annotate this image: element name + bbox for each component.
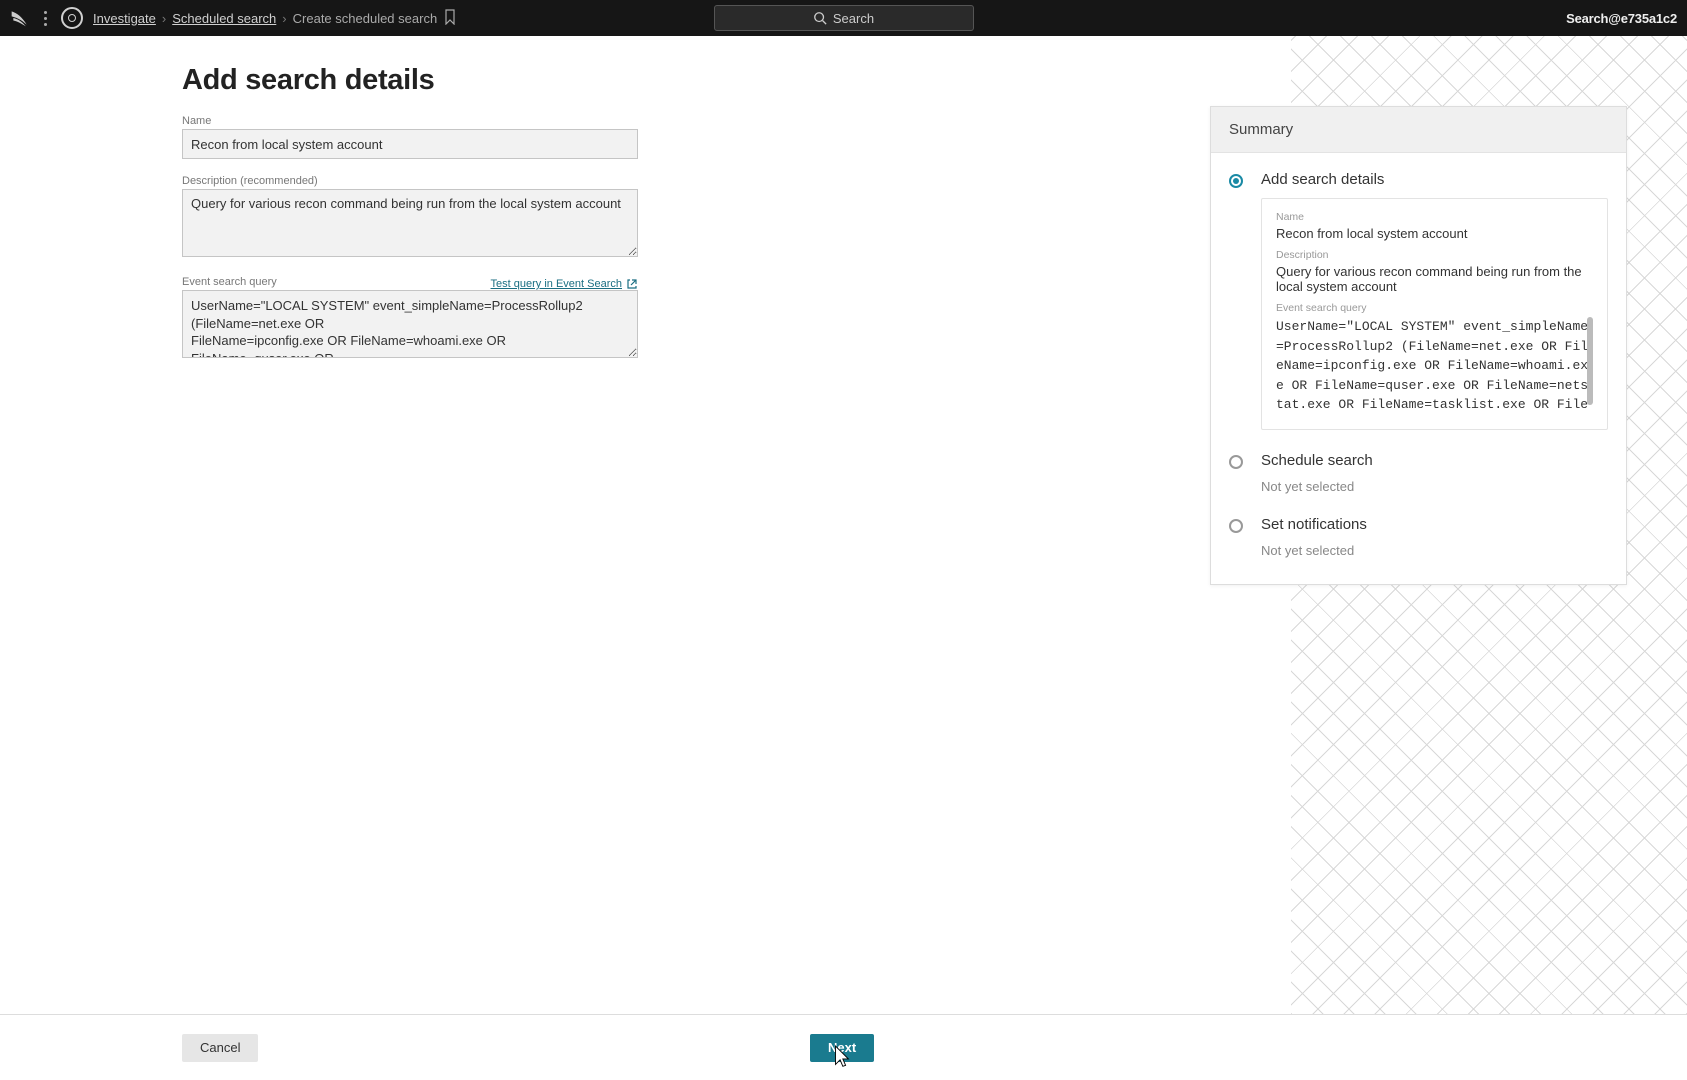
breadcrumb-current: Create scheduled search: [293, 11, 438, 26]
form-area: Add search details Name Description (rec…: [0, 36, 1291, 1014]
description-label: Description (recommended): [182, 175, 638, 187]
right-pattern-pane: Summary Add search details Name Recon fr…: [1291, 36, 1687, 1014]
summary-desc-value: Query for various recon command being ru…: [1276, 264, 1593, 294]
summary-query-value: UserName="LOCAL SYSTEM" event_simpleName…: [1276, 317, 1593, 417]
next-button[interactable]: Next: [810, 1034, 874, 1062]
summary-name-value: Recon from local system account: [1276, 226, 1593, 241]
menu-dots-icon[interactable]: [40, 11, 51, 26]
global-search[interactable]: Search: [714, 5, 974, 31]
summary-step1-title: Add search details: [1261, 171, 1608, 188]
top-bar: Investigate › Scheduled search › Create …: [0, 0, 1687, 36]
step-marker-icon: [1229, 455, 1243, 469]
query-input[interactable]: [182, 290, 638, 358]
breadcrumb-investigate[interactable]: Investigate: [93, 11, 156, 26]
summary-step3-title: Set notifications: [1261, 516, 1608, 533]
external-link-icon: [626, 278, 638, 290]
summary-step3-status: Not yet selected: [1261, 543, 1608, 558]
summary-step2-title: Schedule search: [1261, 452, 1608, 469]
summary-panel: Summary Add search details Name Recon fr…: [1210, 106, 1627, 585]
breadcrumb: Investigate › Scheduled search › Create …: [93, 9, 457, 28]
bookmark-icon[interactable]: [443, 9, 457, 28]
page-title: Add search details: [182, 64, 638, 97]
breadcrumb-scheduled-search[interactable]: Scheduled search: [172, 11, 276, 26]
user-label[interactable]: Search@e735a1c2: [1566, 11, 1677, 26]
step-marker-active-icon: [1229, 174, 1243, 188]
chevron-right-icon: ›: [282, 11, 286, 26]
chevron-right-icon: ›: [162, 11, 166, 26]
summary-step2-status: Not yet selected: [1261, 479, 1608, 494]
summary-step-schedule: Schedule search Not yet selected: [1229, 452, 1608, 494]
step-marker-icon: [1229, 519, 1243, 533]
summary-header: Summary: [1211, 107, 1626, 153]
summary-name-label: Name: [1276, 211, 1593, 223]
query-label: Event search query: [182, 276, 277, 288]
summary-desc-label: Description: [1276, 249, 1593, 261]
module-icon[interactable]: [61, 7, 83, 29]
summary-query-label: Event search query: [1276, 302, 1593, 314]
summary-step-notifications: Set notifications Not yet selected: [1229, 516, 1608, 558]
footer-actions: Cancel Next: [0, 1014, 1687, 1080]
description-input[interactable]: [182, 189, 638, 257]
name-label: Name: [182, 115, 638, 127]
name-input[interactable]: [182, 129, 638, 159]
scrollbar-thumb[interactable]: [1587, 317, 1593, 405]
search-icon: [813, 11, 827, 25]
summary-step-add-details: Add search details Name Recon from local…: [1229, 171, 1608, 430]
falcon-logo-icon[interactable]: [10, 8, 30, 28]
cancel-button[interactable]: Cancel: [182, 1034, 258, 1062]
search-placeholder: Search: [833, 11, 874, 26]
test-query-link[interactable]: Test query in Event Search: [491, 278, 638, 290]
